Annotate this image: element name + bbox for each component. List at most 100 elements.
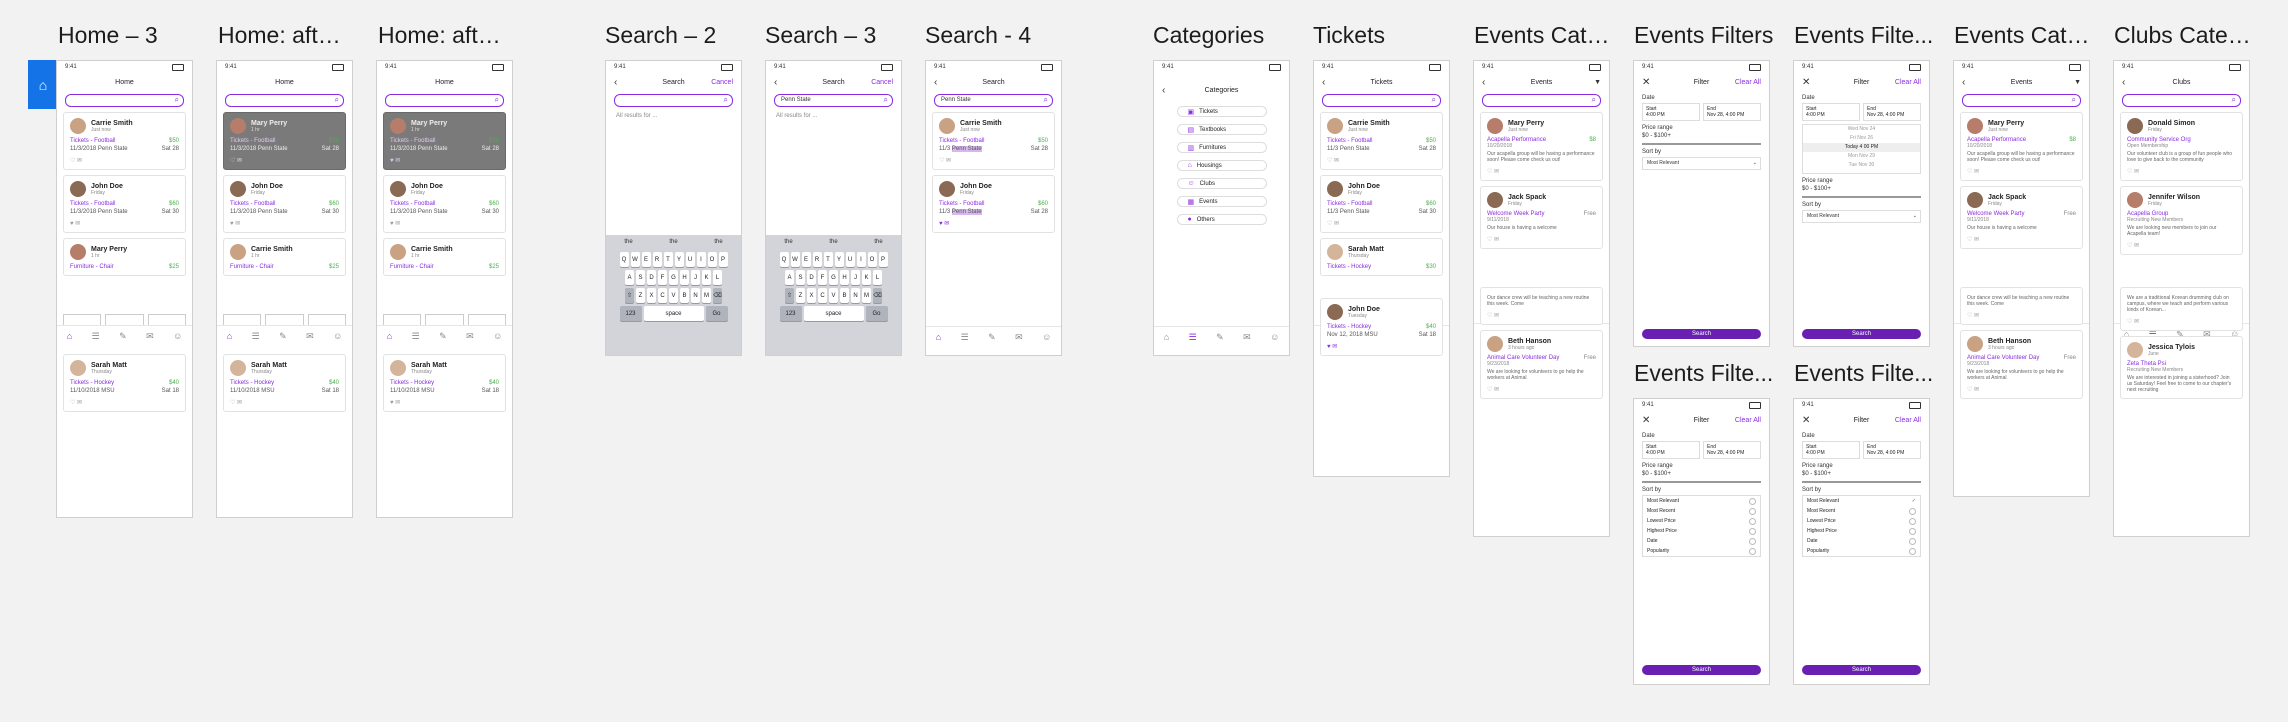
sort-option[interactable]: Most Recent <box>1803 506 1920 516</box>
key-h[interactable]: H <box>680 270 689 285</box>
search-input[interactable]: Penn State ⌕ <box>774 94 893 107</box>
event-card[interactable]: Our dance crew will be teaching a new ro… <box>1480 287 1603 325</box>
prototype-home-icon[interactable]: ⌂ <box>28 60 58 109</box>
category-events[interactable]: ▦ Events <box>1176 196 1267 207</box>
suggestion[interactable]: the <box>784 239 792 245</box>
start-field[interactable]: Start 4:00 PM <box>1642 103 1700 121</box>
category-furnitures[interactable]: ▥ Furnitures <box>1176 142 1267 153</box>
sort-option[interactable]: Date <box>1643 536 1760 546</box>
sort-option-selected[interactable]: Most Relevant ✓ <box>1803 496 1920 506</box>
category-others[interactable]: ● Others <box>1176 214 1267 225</box>
post-card[interactable]: Mary Perry 1 hr Furniture - Chair $25 <box>63 238 186 276</box>
like-icon[interactable]: ♥ ✉ <box>1327 343 1436 350</box>
club-card[interactable]: Jennifer Wilson Friday Acapella Group Rec… <box>2120 186 2243 255</box>
artboard-title[interactable]: Events Filte... <box>1634 360 1774 387</box>
close-icon[interactable]: ✕ <box>1642 415 1650 426</box>
search-result-card[interactable]: John Doe Friday Tickets - Football $60 11/… <box>932 175 1055 233</box>
phone-frame-search2[interactable]: 9:41 ‹ Search Cancel ⌕ All results for ...… <box>605 60 742 356</box>
start-field[interactable]: Start 4:00 PM <box>1802 441 1860 459</box>
key-o[interactable]: O <box>867 252 877 267</box>
search-input[interactable]: ⌕ <box>614 94 733 107</box>
club-card[interactable]: We are a traditional Korean drumming clu… <box>2120 287 2243 331</box>
key-h[interactable]: H <box>840 270 849 285</box>
suggestion[interactable]: the <box>624 239 632 245</box>
key-e[interactable]: E <box>801 252 811 267</box>
like-icon[interactable]: ♡ ✉ <box>1487 168 1596 175</box>
sort-option[interactable]: Lowest Price <box>1643 516 1760 526</box>
artboard-title[interactable]: Tickets <box>1313 22 1448 49</box>
phone-frame-search4[interactable]: 9:41 ‹ Search Penn State ⌕ Carrie Smith Jus… <box>925 60 1062 356</box>
search-input[interactable]: ⌕ <box>65 94 184 107</box>
key-w[interactable]: W <box>630 252 640 267</box>
back-chevron-icon[interactable]: ‹ <box>1962 77 1965 88</box>
search-input[interactable]: ⌕ <box>385 94 504 107</box>
picker-time[interactable]: 4 00 PM <box>1860 144 1879 150</box>
back-chevron-icon[interactable]: ‹ <box>614 77 617 88</box>
sort-option[interactable]: Most Recent <box>1643 506 1760 516</box>
end-field[interactable]: End Nov 28, 4:00 PM <box>1703 103 1761 121</box>
like-icon[interactable]: ♡ ✉ <box>1967 168 2076 175</box>
picker-item-selected[interactable]: Today <box>1845 144 1858 150</box>
artboard-title[interactable]: Events Cate... <box>1474 22 1614 49</box>
key-r[interactable]: R <box>652 252 662 267</box>
back-chevron-icon[interactable]: ‹ <box>2122 77 2125 88</box>
key-z[interactable]: Z <box>636 288 645 303</box>
close-icon[interactable]: ✕ <box>1802 415 1810 426</box>
browse-tab-icon[interactable]: ☰ <box>412 331 420 342</box>
key-l[interactable]: L <box>873 270 882 285</box>
profile-tab-icon[interactable]: ☺ <box>1270 332 1279 342</box>
price-slider[interactable] <box>1802 481 1921 483</box>
like-icon[interactable]: ♥ ✉ <box>390 399 499 406</box>
category-clubs[interactable]: ☺ Clubs <box>1176 178 1267 189</box>
search-button[interactable]: Search <box>1802 329 1921 339</box>
artboard-title[interactable]: Home: after... <box>218 22 353 49</box>
cancel-button[interactable]: Cancel <box>711 79 733 86</box>
phone-frame-categories[interactable]: 9:41 ‹ Categories ▣ Tickets ▤ Textbooks ▥ Fu… <box>1153 60 1290 356</box>
browse-tab-icon[interactable]: ☰ <box>961 332 969 343</box>
event-card[interactable]: Beth Hanson 3 hours ago Animal Care Volun… <box>1480 330 1603 399</box>
event-card[interactable]: Beth Hanson 3 hours ago Animal Care Volun… <box>1960 330 2083 399</box>
post-card[interactable]: Sarah Matt Thursday Tickets - Hockey $40 1… <box>223 354 346 412</box>
profile-tab-icon[interactable]: ☺ <box>173 331 182 341</box>
phone-frame-events[interactable]: 9:41 ‹ Events ▼ ⌕ Mary Perry Just now Acape… <box>1473 60 1610 537</box>
sort-dropdown[interactable]: Most Relevant ⌄ <box>1802 210 1921 223</box>
artboard-title[interactable]: Home – 3 <box>58 22 188 49</box>
search-button[interactable]: Search <box>1642 665 1761 675</box>
key-d[interactable]: D <box>647 270 656 285</box>
like-icon[interactable]: ♡ ✉ <box>70 399 179 406</box>
post-card[interactable]: John Doe Friday Tickets - Football $60 11/… <box>1320 175 1443 233</box>
search-input[interactable]: ⌕ <box>1322 94 1441 107</box>
post-card[interactable]: Carrie Smith 1 hr Furniture - Chair $25 <box>223 238 346 276</box>
picker-item[interactable]: Mon Nov 29 <box>1803 152 1920 161</box>
go-key[interactable]: Go <box>705 306 728 321</box>
browse-tab-icon[interactable]: ☰ <box>252 331 260 342</box>
key-x[interactable]: X <box>647 288 656 303</box>
artboard-title[interactable]: Search – 2 <box>605 22 735 49</box>
like-icon[interactable]: ♡ ✉ <box>70 157 179 164</box>
key-u[interactable]: U <box>685 252 695 267</box>
key-c[interactable]: C <box>658 288 667 303</box>
space-key[interactable]: space <box>643 306 704 321</box>
like-icon[interactable]: ♡ ✉ <box>230 157 339 164</box>
artboard-title[interactable]: Events Filters <box>1634 22 1774 49</box>
key-m[interactable]: M <box>862 288 871 303</box>
shift-icon[interactable]: ⇧ <box>625 288 634 303</box>
close-icon[interactable]: ✕ <box>1642 77 1650 88</box>
search-button[interactable]: Search <box>1802 665 1921 675</box>
like-icon[interactable]: ♥ ✉ <box>390 157 499 164</box>
event-card[interactable]: Jack Spack Friday Welcome Week Party Free … <box>1960 186 2083 249</box>
filter-icon[interactable]: ▼ <box>1594 79 1601 86</box>
key-b[interactable]: B <box>680 288 689 303</box>
inbox-tab-icon[interactable]: ✉ <box>1015 332 1023 343</box>
key-f[interactable]: F <box>818 270 827 285</box>
go-key[interactable]: Go <box>865 306 888 321</box>
price-slider[interactable] <box>1802 196 1921 198</box>
post-card[interactable]: Carrie Smith Just now Tickets - Football $… <box>1320 112 1443 170</box>
phone-frame-events-2[interactable]: 9:41 ‹ Events ▼ ⌕ Mary Perry Just now Acape… <box>1953 60 2090 497</box>
artboard-title[interactable]: Events Cate... <box>1954 22 2094 49</box>
artboard-title[interactable]: Home: after... <box>378 22 513 49</box>
search-input[interactable]: ⌕ <box>2122 94 2241 107</box>
num-key[interactable]: 123 <box>779 306 802 321</box>
event-card[interactable]: Mary Perry Just now Acapella Performance $… <box>1480 112 1603 181</box>
clear-all-button[interactable]: Clear All <box>1895 417 1921 424</box>
